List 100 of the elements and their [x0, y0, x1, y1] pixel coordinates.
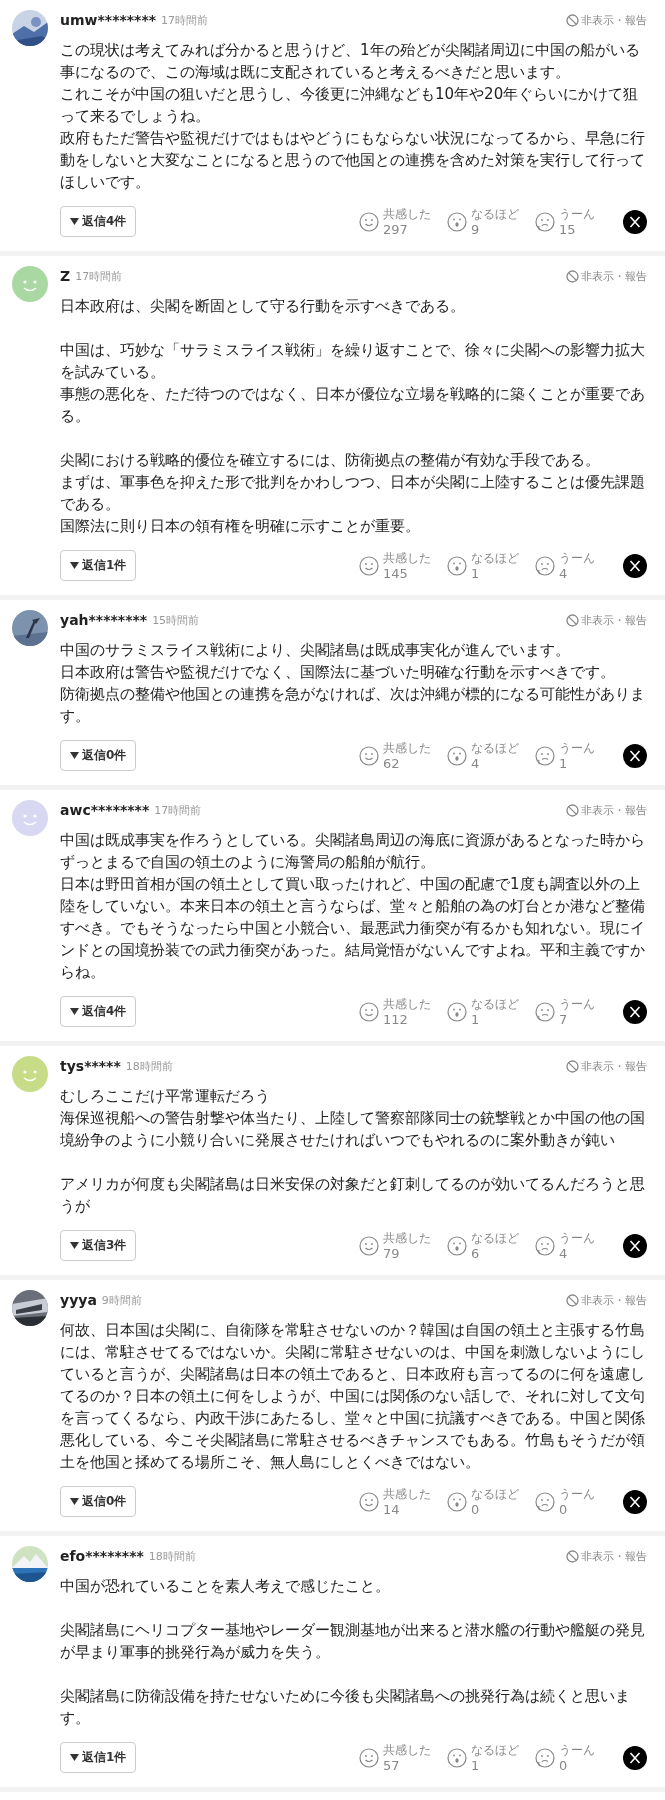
smile-icon [359, 1001, 379, 1022]
comment-text: 中国は、巧妙な「サラミスライス戦術」を繰り返すことで、徐々に尖閣への影響力拡大を試みている。 [60, 340, 646, 383]
replies-button[interactable]: 返信4件 [60, 206, 137, 237]
timestamp: 9時間前 [101, 1292, 142, 1308]
x-logo-icon[interactable] [623, 1745, 647, 1770]
block-icon [566, 613, 579, 627]
caret-icon [70, 562, 79, 569]
timestamp: 17時間前 [161, 12, 209, 28]
reaction-button[interactable]: なるほど 4 [447, 740, 535, 771]
comment-text: これこそが中国の狙いだと思うし、今後更に沖縄なども10年や20年ぐらいにかけて狙って来るでしょうね。 [60, 84, 640, 127]
hide-report-link[interactable]: 非表示・報告 [566, 612, 647, 628]
reaction-button[interactable]: うーん 15 [535, 206, 623, 237]
reaction-button[interactable]: 共感した 112 [359, 996, 447, 1027]
timestamp: 17時間前 [75, 268, 123, 284]
reaction-button[interactable]: 共感した 145 [359, 550, 447, 581]
comment-text: 日本政府は警告や監視だけでなく、国際法に基づいた明確な行動を示すべきです。 [60, 662, 616, 683]
reaction-button[interactable]: 共感した 297 [359, 206, 447, 237]
replies-button[interactable]: 返信3件 [60, 1230, 137, 1261]
comment-text: 国際法に則り日本の領有権を明確に示すことが重要。 [60, 516, 421, 537]
x-logo-icon[interactable] [623, 999, 647, 1024]
replies-button[interactable]: 返信0件 [60, 1486, 137, 1517]
comment-text: 尖閣諸島にヘリコプター基地やレーダー観測基地が出来ると潜水艦の行動や艦艇の発見が早まり軍事的挑発行為が威力を失う。 [60, 1620, 646, 1663]
comment-text: この現状は考えてみれば分かると思うけど、1年の殆どが尖閣諸周辺に中国の船がいる事になるので、この海域は既に支配されていると考えるべきだと思います。 [60, 40, 641, 83]
reaction-button[interactable]: うーん 4 [535, 1230, 623, 1261]
timestamp: 18時間前 [125, 1058, 173, 1074]
x-logo-icon[interactable] [623, 209, 647, 234]
reaction-button[interactable]: なるほど 1 [447, 550, 535, 581]
username: Z [60, 268, 71, 284]
comment-text: 尖閣諸島に防衛設備を持たせないために今後も尖閣諸島への挑発行為は続くと思います。 [60, 1686, 631, 1729]
comment-text: 中国のサラミスライス戦術により、尖閣諸島は既成事実化が進んでいます。 [60, 640, 571, 661]
timestamp: 17時間前 [154, 802, 202, 818]
surprised-face-icon [447, 1001, 467, 1022]
surprised-face-icon [447, 1747, 467, 1768]
username: umw******** [60, 12, 157, 28]
reaction-button[interactable]: うーん 7 [535, 996, 623, 1027]
comment-text: アメリカが何度も尖閣諸島は日米安保の対象だと釘刺してるのが効いてるんだろうと思うが [60, 1174, 646, 1217]
caret-icon [70, 1008, 79, 1015]
reaction-button[interactable]: うーん 4 [535, 550, 623, 581]
block-icon [566, 1293, 579, 1307]
hide-report-link[interactable]: 非表示・報告 [566, 1548, 647, 1564]
reaction-button[interactable]: 共感した 79 [359, 1230, 447, 1261]
x-logo-icon[interactable] [623, 743, 647, 768]
reaction-button[interactable]: なるほど 0 [447, 1486, 535, 1517]
comment-text: まずは、軍事色を抑えた形で批判をかわしつつ、日本が尖閣に上陸することは優先課題である。 [60, 472, 646, 515]
caret-icon [70, 1242, 79, 1249]
comment-text: 事態の悪化を、ただ待つのではなく、日本が優位な立場を戦略的に築くことが重要である。 [60, 384, 646, 427]
block-icon [566, 1549, 579, 1563]
comment-text: 海保巡視船への警告射撃や体当たり、上陸して警察部隊同士の銃撃戦とか中国の他の国境紛争のように小競り合いに発展させたければいつでもやれるのに案外動きが鈍い [60, 1108, 646, 1151]
block-icon [566, 803, 579, 817]
frown-icon [535, 211, 555, 232]
frown-icon [535, 1235, 555, 1256]
hide-report-link[interactable]: 非表示・報告 [566, 12, 647, 28]
x-logo-icon[interactable] [623, 553, 647, 578]
caret-icon [70, 218, 79, 225]
hide-report-link[interactable]: 非表示・報告 [566, 268, 647, 284]
surprised-face-icon [447, 555, 467, 576]
x-logo-icon[interactable] [623, 1233, 647, 1258]
block-icon [566, 13, 579, 27]
surprised-face-icon [447, 1491, 467, 1512]
replies-button[interactable]: 返信0件 [60, 740, 137, 771]
hide-report-link[interactable]: 非表示・報告 [566, 1292, 647, 1308]
comment-text: 尖閣における戦略的優位を確立するには、防衛拠点の整備が有効な手段である。 [60, 450, 601, 471]
comment-text: むしろここだけ平常運転だろう [60, 1086, 271, 1107]
x-logo-icon[interactable] [623, 1489, 647, 1514]
reaction-button[interactable]: 共感した 14 [359, 1486, 447, 1517]
comment-text: 防衛拠点の整備や他国との連携を急がなければ、次は沖縄が標的になる可能性があります。 [60, 684, 646, 727]
reaction-button[interactable]: なるほど 9 [447, 206, 535, 237]
hide-report-link[interactable]: 非表示・報告 [566, 802, 647, 818]
smile-icon [359, 555, 379, 576]
username: yyya [60, 1292, 97, 1308]
hide-report-link[interactable]: 非表示・報告 [566, 1058, 647, 1074]
smile-icon [359, 745, 379, 766]
username: yah******** [60, 612, 148, 628]
replies-button[interactable]: 返信1件 [60, 550, 137, 581]
comment-text: 何故、日本国は尖閣に、自衛隊を常駐させないのか？韓国は自国の領土と主張する竹島には、常駐させてるではないか。尖閣に常駐させないのは、中国を刺激しないようにしていると言うが、尖閣諸島は日本の領土であると、日本政府も言ってるのに何を遠慮してるのか？日本の領土に何をしようが、中国には関係のない話しで、それに対して文句を言ってくるなら、内政干渉にあたるし、堂々と中国に抗議すべきである。中国と関係悪化している、今こそ尖閣諸島に常駐させるべきチャンスでもある。竹島もそうだが領土を他国と揉めてる場所こそ、無人島にしとくべきではない。 [60, 1320, 646, 1473]
comment-text: 政府もただ警告や監視だけではもはやどうにもならない状況になってるから、早急に行動をしないと大変なことになると思うので他国との連携を含めた対策を実行して行ってほしいです。 [60, 128, 646, 193]
comment-text: 日本政府は、尖閣を断固として守る行動を示すべきである。 [60, 296, 466, 317]
reaction-button[interactable]: なるほど 1 [447, 1742, 535, 1773]
reaction-button[interactable]: うーん 1 [535, 740, 623, 771]
surprised-face-icon [447, 745, 467, 766]
reaction-button[interactable]: 共感した 62 [359, 740, 447, 771]
replies-button[interactable]: 返信4件 [60, 996, 137, 1027]
comment-text: 中国が恐れていることを素人考えで感じたこと。 [60, 1576, 391, 1597]
smile-icon [359, 1747, 379, 1768]
caret-icon [70, 752, 79, 759]
block-icon [566, 1059, 579, 1073]
reaction-button[interactable]: うーん 0 [535, 1486, 623, 1517]
replies-button[interactable]: 返信1件 [60, 1742, 137, 1773]
surprised-face-icon [447, 1235, 467, 1256]
reaction-button[interactable]: なるほど 6 [447, 1230, 535, 1261]
caret-icon [70, 1754, 79, 1761]
reaction-button[interactable]: 共感した 57 [359, 1742, 447, 1773]
comment-text: 中国は既成事実を作ろうとしている。尖閣諸島周辺の海底に資源があるとなった時からずっとまるで自国の領土のように海警局の船舶が航行。 [60, 830, 646, 873]
reaction-button[interactable]: うーん 0 [535, 1742, 623, 1773]
frown-icon [535, 1491, 555, 1512]
block-icon [566, 269, 579, 283]
reaction-button[interactable]: なるほど 1 [447, 996, 535, 1027]
frown-icon [535, 1747, 555, 1768]
frown-icon [535, 1001, 555, 1022]
smile-icon [359, 211, 379, 232]
